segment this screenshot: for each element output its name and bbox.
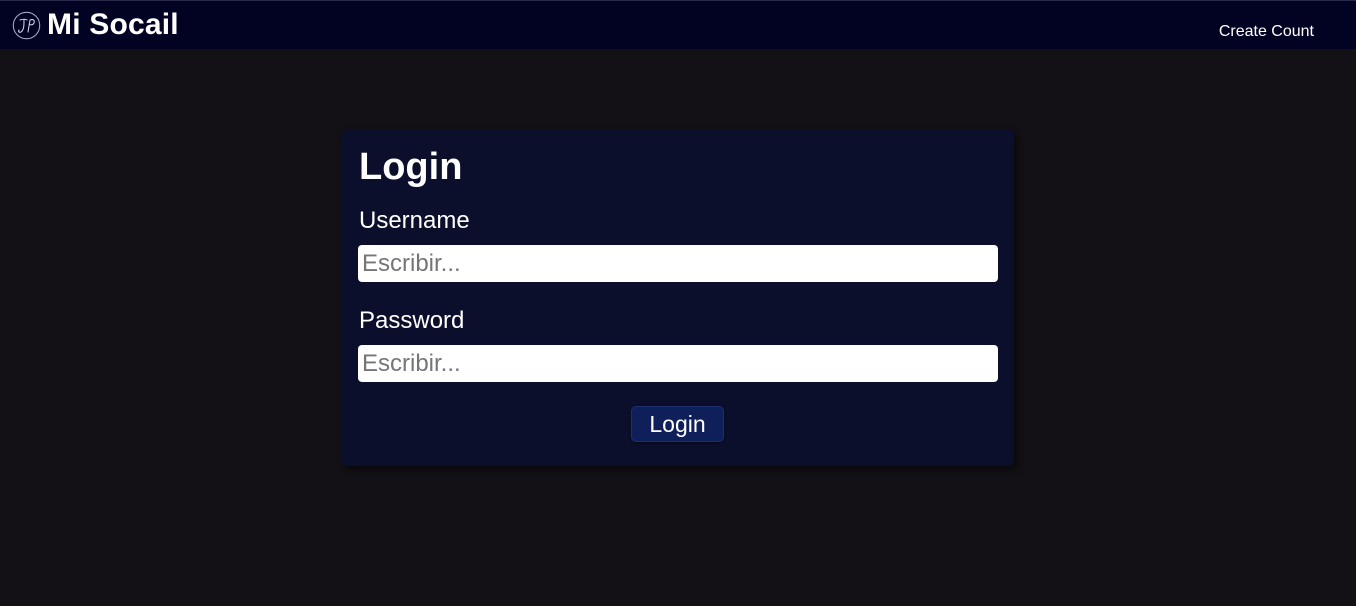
login-title: Login xyxy=(359,146,463,188)
login-card: Login Username Password Login xyxy=(342,129,1014,466)
create-account-link[interactable]: Create Count xyxy=(1219,22,1314,42)
username-label: Username xyxy=(359,207,470,234)
jp-monogram-logo-icon xyxy=(12,11,41,39)
brand[interactable]: Mi Socail xyxy=(12,7,179,43)
login-button[interactable]: Login xyxy=(631,406,724,442)
brand-name: Mi Socail xyxy=(47,8,179,41)
password-input[interactable] xyxy=(358,345,998,382)
password-label: Password xyxy=(359,307,465,334)
username-input[interactable] xyxy=(358,245,998,282)
top-navbar: Mi Socail Create Count xyxy=(0,0,1356,49)
